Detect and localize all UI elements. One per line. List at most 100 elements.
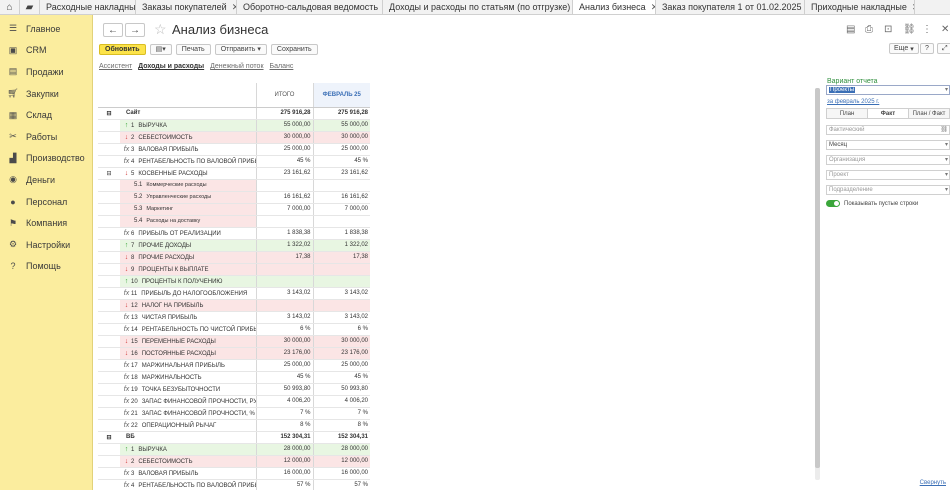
seg-plan[interactable]: План [827,109,868,118]
table-row[interactable]: ↑ 7 ПРОЧИЕ ДОХОДЫ 1 322,02 1 322,02 [98,239,370,252]
table-row[interactable]: fx 11 ПРИБЫЛЬ ДО НАЛОГООБЛОЖЕНИЯ 3 143,02 3 … [98,287,370,300]
cell-total[interactable]: 1 322,02 [255,239,313,252]
tab-business-analysis[interactable]: Анализ бизнеса✕ [573,0,656,14]
table-row[interactable]: fx 17 МАРЖИНАЛЬНАЯ ПРИБЫЛЬ 25 000,00 25 000,… [98,359,370,372]
seg-fact[interactable]: Факт [868,109,909,118]
table-row[interactable]: 5.4 Расходы на доставку [98,215,370,228]
cell-month[interactable]: 12 000,00 [312,455,370,468]
table-row[interactable]: ↑ 1 ВЫРУЧКА 28 000,00 28 000,00 [98,443,370,456]
cell-month[interactable]: 16 000,00 [312,467,370,480]
sidebar-item-help[interactable]: ? Помощь [0,256,92,278]
collapse-toggle-icon[interactable]: ⊟ [98,167,120,180]
tab-income-expenses[interactable]: Доходы и расходы по статьям (по отгрузке… [383,0,573,14]
save-button[interactable]: Сохранить [270,43,318,55]
department-select[interactable]: Подразделение ▾ [826,185,950,195]
preview-icon[interactable]: ⊡ [884,24,892,35]
column-header-month[interactable]: ФЕВРАЛЬ 25 [312,83,370,108]
fullscreen-icon[interactable]: ⤢ [937,43,950,54]
cell-month[interactable]: 275 916,28 [312,107,370,120]
table-row[interactable]: ↓ 15 ПЕРЕМЕННЫЕ РАСХОДЫ 30 000,00 30 000,00 [98,335,370,348]
sidebar-item-money[interactable]: ◉ Деньги [0,169,92,191]
cell-month[interactable]: 28 000,00 [312,443,370,456]
collapse-toggle-icon[interactable]: ⊟ [98,431,120,444]
collapse-toggle-icon[interactable]: ⊟ [98,107,120,120]
cell-total[interactable]: 16 161,62 [255,191,313,204]
cell-total[interactable]: 55 000,00 [255,119,313,132]
table-row[interactable]: 5.3 Маркетинг 7 000,00 7 000,00 [98,203,370,216]
tab-expense-invoices[interactable]: Расходные накладные✕ [40,0,136,14]
cell-total[interactable]: 25 000,00 [255,143,313,156]
cell-total[interactable]: 7 000,00 [255,203,313,216]
cell-month[interactable] [312,299,370,312]
cell-month[interactable]: 6 % [312,323,370,336]
seg-plan-fact[interactable]: План / Факт [909,109,949,118]
cell-total[interactable]: 3 143,02 [255,311,313,324]
cell-month[interactable] [312,179,370,192]
cell-month[interactable]: 30 000,00 [312,335,370,348]
table-row[interactable]: fx 6 ПРИБЫЛЬ ОТ РЕАЛИЗАЦИИ 1 838,38 1 838,38 [98,227,370,240]
cell-total[interactable]: 30 000,00 [255,131,313,144]
project-select[interactable]: Проект ▾ [826,170,950,180]
cell-month[interactable]: 23 176,00 [312,347,370,360]
cell-total[interactable]: 45 % [255,371,313,384]
cell-month[interactable] [312,275,370,288]
forward-button[interactable]: → [125,23,145,37]
table-row[interactable]: fx 14 РЕНТАБЕЛЬНОСТЬ ПО ЧИСТОЙ ПРИБЫЛИ 6 % 6… [98,323,370,336]
cell-total[interactable]: 12 000,00 [255,455,313,468]
cell-month[interactable] [312,215,370,228]
cell-month[interactable]: 25 000,00 [312,359,370,372]
periodicity-select[interactable]: Месяц ▾ [826,140,950,150]
table-group-row[interactable]: ⊟ ВБ 152 304,31 152 304,31 [98,431,370,444]
table-row[interactable]: fx 22 ОПЕРАЦИОННЫЙ РЫЧАГ 8 % 8 % [98,419,370,432]
cell-total[interactable]: 23 161,62 [255,167,313,180]
view-tab-income-expenses[interactable]: Доходы и расходы [138,63,204,70]
table-group-row[interactable]: ⊟ Сайт 275 916,28 275 916,28 [98,107,370,120]
table-row[interactable]: ↓ 12 НАЛОГ НА ПРИБЫЛЬ [98,299,370,312]
cell-month[interactable]: 50 993,80 [312,383,370,396]
organization-select[interactable]: Организация ▾ [826,155,950,165]
table-row[interactable]: ↓ 8 ПРОЧИЕ РАСХОДЫ 17,38 17,38 [98,251,370,264]
sidebar-item-settings[interactable]: ⚙ Настройки [0,234,92,256]
table-row[interactable]: fx 20 ЗАПАС ФИНАНСОВОЙ ПРОЧНОСТИ, РУБ. 4 00… [98,395,370,408]
view-tab-cash-flow[interactable]: Денежный поток [210,63,263,70]
table-row[interactable]: ↓ 2 СЕБЕСТОИМОСТЬ 30 000,00 30 000,00 [98,131,370,144]
sidebar-item-main[interactable]: ☰ Главное [0,18,92,40]
cell-month[interactable]: 1 322,02 [312,239,370,252]
more-vertical-icon[interactable]: ⋮ [922,24,932,35]
link-icon[interactable]: ⛓ [903,24,916,35]
send-button[interactable]: Отправить ▾ [214,43,267,55]
scrollbar-thumb[interactable] [815,88,820,468]
cell-month[interactable]: 3 143,02 [312,311,370,324]
table-row[interactable]: fx 18 МАРЖИНАЛЬНОСТЬ 45 % 45 % [98,371,370,384]
scenario-field[interactable]: Фактический ⛓ [826,125,950,135]
cell-total[interactable]: 30 000,00 [255,335,313,348]
cell-total[interactable] [255,215,313,228]
help-button[interactable]: ? [920,43,934,54]
tab-customer-order-1[interactable]: Заказ покупателя 1 от 01.02.2025✕ [656,0,805,14]
cell-month[interactable]: 152 304,31 [312,431,370,444]
settings-button[interactable]: ▤▾ [149,43,172,55]
cell-total[interactable] [255,275,313,288]
cell-total[interactable]: 152 304,31 [255,431,313,444]
cell-month[interactable]: 3 143,02 [312,287,370,300]
cell-total[interactable]: 25 000,00 [255,359,313,372]
refresh-button[interactable]: Обновить [99,43,146,55]
cell-total[interactable] [255,263,313,276]
table-row[interactable]: ↓ 9 ПРОЦЕНТЫ К ВЫПЛАТЕ [98,263,370,276]
sidebar-item-warehouse[interactable]: ▦ Склад [0,104,92,126]
cell-total[interactable]: 6 % [255,323,313,336]
variant-select[interactable]: Проекты ▾ [826,85,950,95]
table-row[interactable]: fx 21 ЗАПАС ФИНАНСОВОЙ ПРОЧНОСТИ, % 7 % 7 % [98,407,370,420]
cell-total[interactable] [255,299,313,312]
table-row[interactable]: fx 13 ЧИСТАЯ ПРИБЫЛЬ 3 143,02 3 143,02 [98,311,370,324]
cell-month[interactable]: 45 % [312,371,370,384]
cell-month[interactable]: 23 161,62 [312,167,370,180]
table-row[interactable]: ↓ 16 ПОСТОЯННЫЕ РАСХОДЫ 23 176,00 23 176,00 [98,347,370,360]
cell-month[interactable]: 30 000,00 [312,131,370,144]
tab-receipt-invoices[interactable]: Приходные накладные✕ [805,0,915,14]
view-tab-assistant[interactable]: Ассистент [99,63,132,70]
cell-total[interactable]: 3 143,02 [255,287,313,300]
table-row[interactable]: fx 3 ВАЛОВАЯ ПРИБЫЛЬ 25 000,00 25 000,00 [98,143,370,156]
cell-total[interactable]: 57 % [255,479,313,490]
cell-month[interactable]: 4 006,20 [312,395,370,408]
